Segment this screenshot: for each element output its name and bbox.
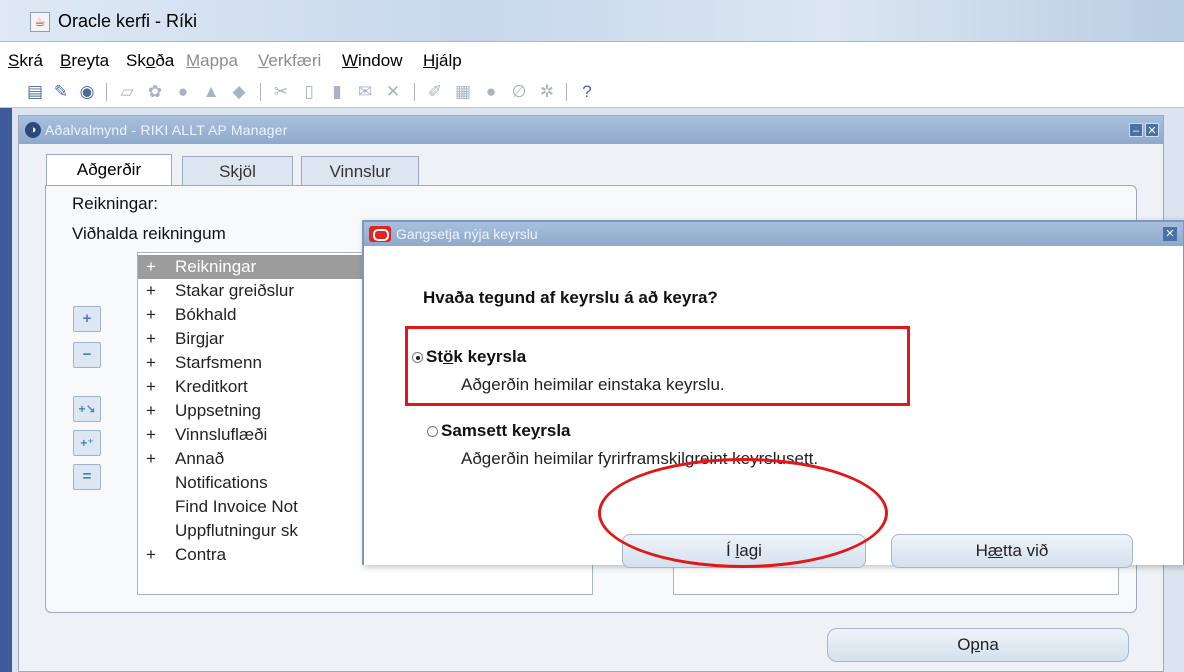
tab-functions[interactable]: Aðgerðir xyxy=(46,154,172,186)
menu-file[interactable]: Skrá xyxy=(8,51,43,71)
window-edge xyxy=(0,108,12,672)
expand-button[interactable]: + xyxy=(73,306,101,332)
dialog-titlebar[interactable]: Gangsetja nýja keyrslu ✕ xyxy=(364,222,1183,246)
navigator-window-icon: ◑ xyxy=(25,122,41,138)
find-icon[interactable]: ▲ xyxy=(200,81,222,103)
print-icon[interactable]: ● xyxy=(172,81,194,103)
menu-bar: Skrá Breyta Skoða Mappa Verkfæri Window … xyxy=(0,42,1184,75)
close-icon[interactable]: ✕ xyxy=(1163,227,1177,241)
new-icon[interactable]: ▤ xyxy=(24,81,46,103)
java-cup-icon: ☕ xyxy=(30,12,50,32)
navigator-icon[interactable]: ◉ xyxy=(76,81,98,103)
record-icon[interactable]: ● xyxy=(480,81,502,103)
translations-icon[interactable]: ▦ xyxy=(452,81,474,103)
section-label: Reikningar: xyxy=(72,194,158,213)
menu-view[interactable]: Skoða xyxy=(126,51,174,71)
subsection-label: Viðhalda reikningum xyxy=(72,224,226,243)
expand-all-button[interactable]: +⁺ xyxy=(73,430,101,456)
switch-responsibility-icon[interactable]: ✿ xyxy=(144,81,166,103)
tab-processes[interactable]: Vinnslur xyxy=(301,156,419,186)
help-icon[interactable]: ? xyxy=(576,81,598,103)
app-title: Oracle kerfi - Ríki xyxy=(58,11,198,31)
menu-tools[interactable]: Verkfæri xyxy=(258,51,321,71)
dialog-title: Gangsetja nýja keyrslu xyxy=(396,226,538,242)
save-icon[interactable]: ▱ xyxy=(116,81,138,103)
paste-icon[interactable]: ▮ xyxy=(326,81,348,103)
oracle-icon xyxy=(369,226,391,242)
menu-help[interactable]: Hjálp xyxy=(423,51,462,71)
open-button[interactable]: Opna xyxy=(827,628,1129,662)
navigator-titlebar[interactable]: ◑ Aðalvalmynd - RIKI ALLT AP Manager – ✕ xyxy=(19,116,1163,144)
toolbar: ▤ ✎ ◉ ▱ ✿ ● ▲ ◆ ✂ ▯ ▮ ✉ ✕ ✐ ▦ ● ∅ ✲ ? xyxy=(0,75,1184,108)
menu-folder[interactable]: Mappa xyxy=(186,51,238,71)
app-titlebar[interactable]: ☕ Oracle kerfi - Ríki xyxy=(0,0,1184,42)
request-set-radio[interactable] xyxy=(427,426,438,437)
annotation-highlight-box xyxy=(405,326,910,406)
expand-branch-button[interactable]: +↘ xyxy=(73,396,101,422)
menu-window[interactable]: Window xyxy=(342,51,402,71)
annotation-ellipse xyxy=(598,458,888,568)
pen-icon[interactable]: ✐ xyxy=(424,81,446,103)
minimize-icon[interactable]: – xyxy=(1129,123,1143,137)
edit-icon[interactable]: ✉ xyxy=(354,81,376,103)
clear-icon[interactable]: ✕ xyxy=(382,81,404,103)
navigator-title: Aðalvalmynd - RIKI ALLT AP Manager xyxy=(45,122,288,138)
open-icon[interactable]: ✎ xyxy=(50,81,72,103)
cancel-button[interactable]: Hætta við xyxy=(891,534,1133,568)
collapse-all-button[interactable]: = xyxy=(73,464,101,490)
copy-icon[interactable]: ▯ xyxy=(298,81,320,103)
attachment-icon[interactable]: ∅ xyxy=(508,81,530,103)
folder-tools-icon[interactable]: ✲ xyxy=(536,81,558,103)
menu-edit[interactable]: Breyta xyxy=(60,51,109,71)
folder-icon[interactable]: ◆ xyxy=(228,81,250,103)
request-set-label[interactable]: Samsett keyrsla xyxy=(441,421,571,441)
tab-documents[interactable]: Skjöl xyxy=(182,156,293,186)
collapse-button[interactable]: − xyxy=(73,342,101,368)
dialog-question: Hvaða tegund af keyrslu á að keyra? xyxy=(423,288,718,307)
cut-icon[interactable]: ✂ xyxy=(270,81,292,103)
close-icon[interactable]: ✕ xyxy=(1145,123,1159,137)
